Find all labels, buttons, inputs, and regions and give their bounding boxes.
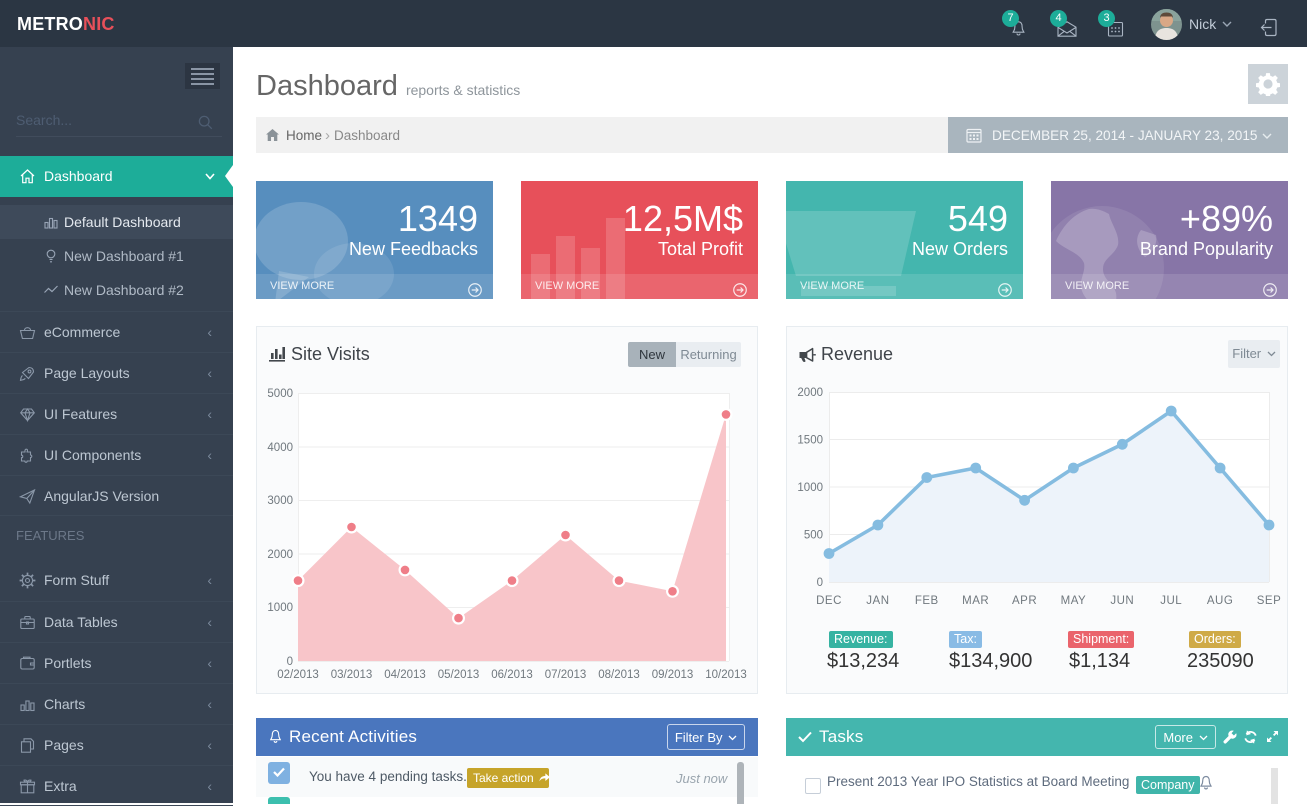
svg-text:07/2013: 07/2013	[545, 669, 587, 681]
svg-text:MAY: MAY	[1061, 595, 1087, 607]
svg-text:2000: 2000	[797, 387, 823, 399]
svg-text:500: 500	[804, 530, 823, 542]
svg-text:1000: 1000	[267, 602, 293, 614]
svg-text:03/2013: 03/2013	[331, 669, 373, 681]
svg-text:09/2013: 09/2013	[652, 669, 694, 681]
svg-text:MAR: MAR	[962, 595, 989, 607]
svg-text:08/2013: 08/2013	[598, 669, 640, 681]
svg-text:10/2013: 10/2013	[705, 669, 747, 681]
svg-text:1000: 1000	[797, 482, 823, 494]
svg-text:05/2013: 05/2013	[438, 669, 480, 681]
svg-text:APR: APR	[1012, 595, 1037, 607]
svg-text:1500: 1500	[797, 435, 823, 447]
svg-text:4000: 4000	[267, 442, 293, 454]
svg-text:JUL: JUL	[1160, 595, 1182, 607]
svg-text:AUG: AUG	[1207, 595, 1233, 607]
svg-text:FEB: FEB	[915, 595, 939, 607]
svg-text:06/2013: 06/2013	[491, 669, 533, 681]
svg-text:3000: 3000	[267, 495, 293, 507]
svg-text:0: 0	[817, 577, 823, 589]
svg-text:SEP: SEP	[1257, 595, 1282, 607]
svg-text:DEC: DEC	[816, 595, 842, 607]
svg-text:JAN: JAN	[866, 595, 889, 607]
svg-text:JUN: JUN	[1110, 595, 1134, 607]
svg-text:04/2013: 04/2013	[384, 669, 426, 681]
svg-text:5000: 5000	[267, 388, 293, 400]
svg-text:02/2013: 02/2013	[277, 669, 319, 681]
svg-text:2000: 2000	[267, 549, 293, 561]
svg-text:0: 0	[287, 656, 293, 668]
